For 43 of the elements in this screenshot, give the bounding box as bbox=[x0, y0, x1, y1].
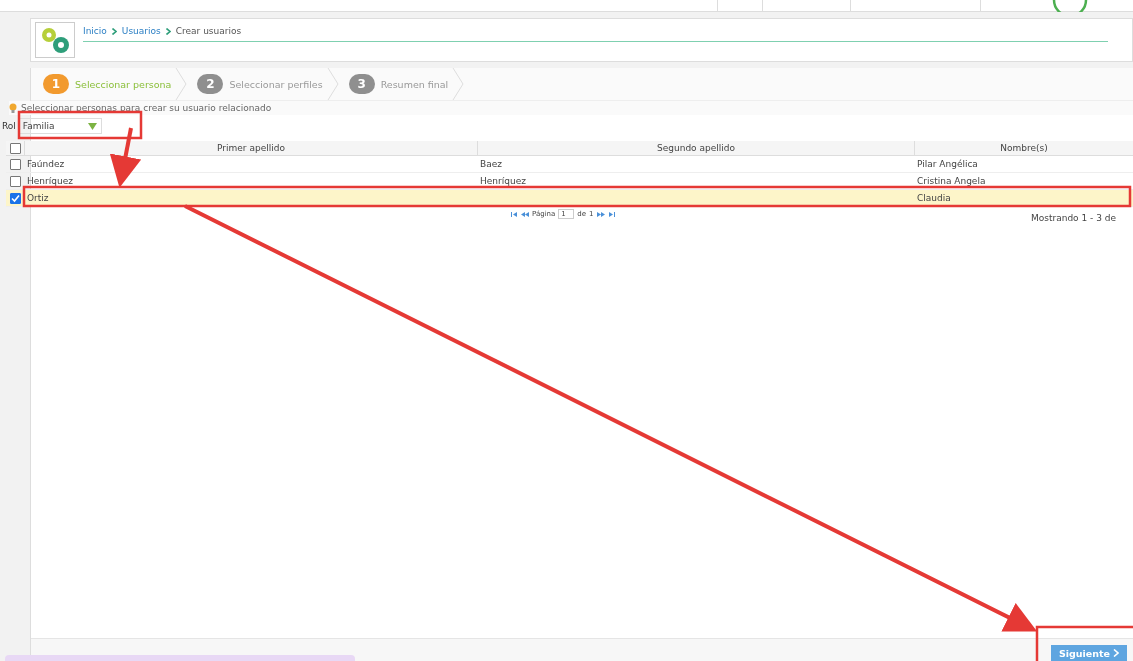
step-divider-icon bbox=[326, 68, 339, 100]
role-select[interactable]: Familia bbox=[17, 118, 102, 134]
record-info: Mostrando 1 - 3 de bbox=[1031, 213, 1117, 223]
table-cell: Ortiz bbox=[27, 193, 49, 203]
next-page-icon[interactable] bbox=[596, 211, 605, 217]
step-divider-icon bbox=[452, 68, 465, 100]
step-number: 1 bbox=[43, 74, 69, 94]
gears-icon bbox=[35, 22, 75, 58]
column-header[interactable]: Segundo apellido bbox=[477, 141, 914, 155]
select-all-checkbox[interactable] bbox=[9, 142, 21, 154]
table-cell: Henríquez bbox=[480, 176, 526, 186]
annotation-arrow bbox=[109, 127, 142, 188]
row-checkbox[interactable] bbox=[9, 175, 21, 187]
table-cell: Cristina Angela bbox=[917, 176, 986, 186]
next-button[interactable]: Siguiente bbox=[1050, 645, 1127, 661]
step-divider-icon bbox=[175, 68, 188, 100]
hint-text: Seleccionar personas para crear su usuario relacionado bbox=[21, 103, 272, 113]
first-page-icon[interactable] bbox=[511, 211, 518, 217]
table-cell: Claudia bbox=[917, 193, 951, 203]
avatar-icon[interactable] bbox=[1050, 0, 1090, 12]
step-number: 2 bbox=[197, 74, 224, 94]
table-cell: Pilar Angélica bbox=[917, 159, 978, 169]
previous-page-icon[interactable] bbox=[521, 211, 529, 217]
step-number: 3 bbox=[348, 74, 375, 94]
wizard-step[interactable]: 2 Seleccionar perfiles bbox=[197, 74, 327, 94]
column-header[interactable]: Nombre(s) bbox=[914, 141, 1133, 155]
breadcrumb-link[interactable]: Inicio bbox=[83, 26, 107, 36]
table-cell: Baez bbox=[480, 159, 502, 169]
column-header[interactable]: Primer apellido bbox=[24, 141, 477, 155]
chevron-right-icon bbox=[1113, 649, 1119, 657]
bulb-icon bbox=[9, 103, 17, 113]
wizard-step[interactable]: 3 Resumen final bbox=[348, 74, 453, 94]
row-checkbox[interactable] bbox=[9, 192, 21, 204]
chevron-icon bbox=[165, 27, 171, 35]
dropdown-icon bbox=[87, 122, 97, 130]
chevron-icon bbox=[111, 27, 117, 35]
table-cell: Henríquez bbox=[27, 176, 73, 186]
role-label: Rol bbox=[2, 121, 16, 131]
table-cell: Faúndez bbox=[27, 159, 65, 169]
breadcrumb-link[interactable]: Usuarios bbox=[121, 26, 161, 36]
row-checkbox[interactable] bbox=[9, 158, 21, 170]
last-page-icon[interactable] bbox=[607, 211, 615, 217]
breadcrumb-current: Crear usuarios bbox=[175, 26, 242, 36]
